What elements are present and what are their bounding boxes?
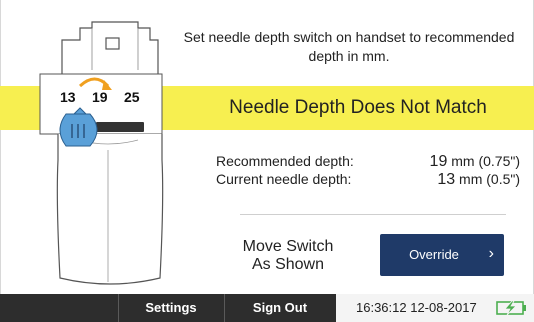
recommended-depth-unit: mm (0.75"): [447, 153, 520, 169]
move-message-line1: Move Switch: [242, 238, 334, 255]
current-depth-number: 13: [437, 171, 456, 188]
depth-table: Recommended depth: 19 mm (0.75") Current…: [216, 152, 528, 188]
move-message-line2: As Shown: [251, 256, 325, 273]
chevron-right-icon: ›: [488, 245, 494, 262]
switch-track: [96, 122, 144, 132]
move-switch-message: Move Switch As Shown: [218, 238, 358, 274]
divider: [240, 214, 506, 215]
current-depth-row: Current needle depth: 13 mm (0.5"): [216, 170, 528, 188]
status-clock: 16:36:12 12-08-2017: [336, 294, 534, 322]
battery-charging-icon: [496, 300, 526, 316]
recommended-depth-label: Recommended depth:: [216, 153, 354, 169]
settings-button[interactable]: Settings: [118, 294, 224, 322]
depth-option-19: 19: [92, 89, 108, 105]
recommended-depth-row: Recommended depth: 19 mm (0.75"): [216, 152, 528, 170]
needle-depth-screen: 13 19 25 Set needle depth switch on hand…: [0, 0, 534, 322]
clock-text: 16:36:12 12-08-2017: [356, 300, 477, 315]
recommended-depth-value: 19 mm (0.75"): [430, 152, 520, 171]
current-depth-unit: mm (0.5"): [455, 171, 520, 187]
sign-out-button[interactable]: Sign Out: [224, 294, 336, 322]
cap-window-icon: [105, 37, 120, 50]
recommended-depth-number: 19: [429, 153, 448, 170]
current-depth-value: 13 mm (0.5"): [437, 170, 520, 189]
depth-option-25: 25: [124, 89, 140, 105]
handset-body: [56, 134, 164, 285]
current-depth-label: Current needle depth:: [216, 171, 352, 187]
override-button[interactable]: Override ›: [380, 234, 504, 276]
instruction-text: Set needle depth switch on handset to re…: [183, 29, 515, 64]
override-label: Override: [409, 247, 459, 262]
alert-title: Needle Depth Does Not Match: [229, 97, 487, 118]
depth-option-13: 13: [60, 89, 76, 105]
